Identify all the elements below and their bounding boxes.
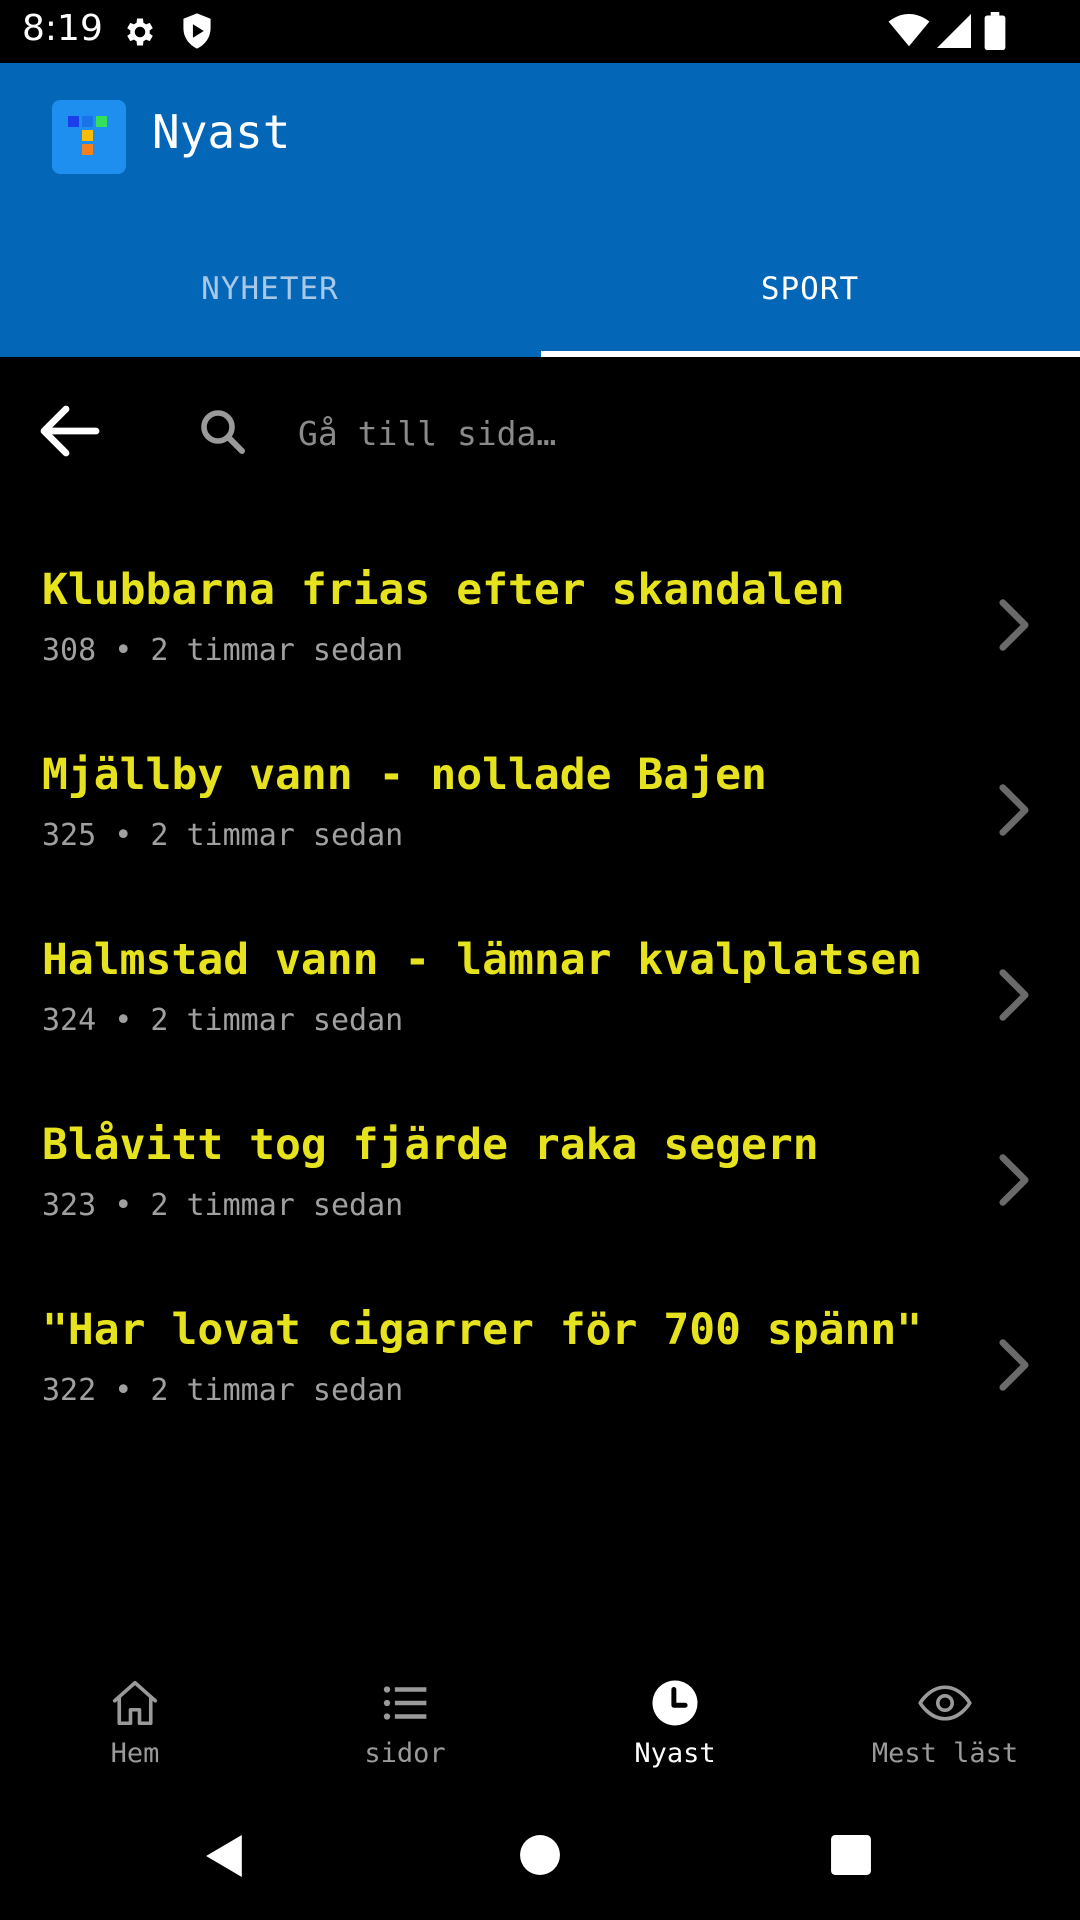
bottom-nav: Hem sidor Nyast Mest läst	[0, 1660, 1080, 1796]
clock-icon	[652, 1680, 698, 1726]
news-meta: 324 • 2 timmar sedan	[42, 1003, 404, 1038]
search-row	[0, 357, 1080, 505]
chevron-right-icon	[999, 969, 1029, 1021]
nav-item-nyast[interactable]: Nyast	[540, 1660, 810, 1796]
news-meta: 322 • 2 timmar sedan	[42, 1373, 404, 1408]
nav-label: sidor	[364, 1738, 446, 1769]
back-triangle-icon[interactable]	[204, 1832, 246, 1880]
nav-item-mest-last[interactable]: Mest läst	[810, 1660, 1080, 1796]
news-item[interactable]: Klubbarna frias efter skandalen 308 • 2 …	[0, 545, 1080, 730]
chevron-right-icon	[999, 784, 1029, 836]
signal-icon	[937, 14, 971, 48]
back-arrow-icon[interactable]	[40, 405, 100, 457]
chevron-right-icon	[999, 1339, 1029, 1391]
app-logo-icon	[68, 116, 107, 155]
status-time: 8:19	[22, 8, 103, 49]
news-title: Mjällby vann - nollade Bajen	[42, 750, 767, 800]
news-item[interactable]: Blåvitt tog fjärde raka segern 323 • 2 t…	[0, 1100, 1080, 1285]
system-nav-bar	[0, 1796, 1080, 1920]
tab-sport[interactable]: SPORT	[540, 261, 1080, 357]
search-input[interactable]	[298, 405, 998, 461]
app-bar: Nyast NYHETER SPORT	[0, 63, 1080, 357]
tab-nyheter-label: NYHETER	[201, 271, 339, 307]
nav-label: Mest läst	[871, 1738, 1019, 1769]
nav-label: Hem	[110, 1738, 160, 1769]
news-item[interactable]: Mjällby vann - nollade Bajen 325 • 2 tim…	[0, 730, 1080, 915]
chevron-right-icon	[999, 599, 1029, 651]
news-title: Blåvitt tog fjärde raka segern	[42, 1120, 819, 1170]
settings-icon	[127, 18, 153, 46]
news-item[interactable]: Halmstad vann - lämnar kvalplatsen 324 •…	[0, 915, 1080, 1100]
eye-icon	[918, 1685, 972, 1721]
news-title: Klubbarna frias efter skandalen	[42, 565, 845, 615]
nav-item-hem[interactable]: Hem	[0, 1660, 270, 1796]
nav-label: Nyast	[634, 1738, 716, 1769]
news-title: "Har lovat cigarrer för 700 spänn"	[42, 1305, 923, 1355]
home-circle-icon[interactable]	[519, 1834, 561, 1876]
wifi-icon	[888, 14, 930, 47]
search-icon	[201, 410, 245, 454]
chevron-right-icon	[999, 1154, 1029, 1206]
news-title: Halmstad vann - lämnar kvalplatsen	[42, 935, 923, 985]
tab-nyheter[interactable]: NYHETER	[0, 261, 540, 357]
news-meta: 323 • 2 timmar sedan	[42, 1188, 404, 1223]
news-list: Klubbarna frias efter skandalen 308 • 2 …	[0, 545, 1080, 1470]
app-logo	[52, 100, 126, 174]
recents-square-icon[interactable]	[830, 1834, 872, 1876]
news-meta: 308 • 2 timmar sedan	[42, 633, 404, 668]
list-icon	[383, 1686, 427, 1720]
battery-icon	[984, 12, 1006, 50]
nav-item-sidor[interactable]: sidor	[270, 1660, 540, 1796]
news-meta: 325 • 2 timmar sedan	[42, 818, 404, 853]
news-item[interactable]: "Har lovat cigarrer för 700 spänn" 322 •…	[0, 1285, 1080, 1470]
shield-icon	[183, 13, 211, 49]
home-icon	[112, 1680, 158, 1726]
tab-sport-label: SPORT	[760, 271, 860, 307]
status-bar: 8:19	[0, 0, 1080, 63]
page-title: Nyast	[152, 105, 291, 159]
